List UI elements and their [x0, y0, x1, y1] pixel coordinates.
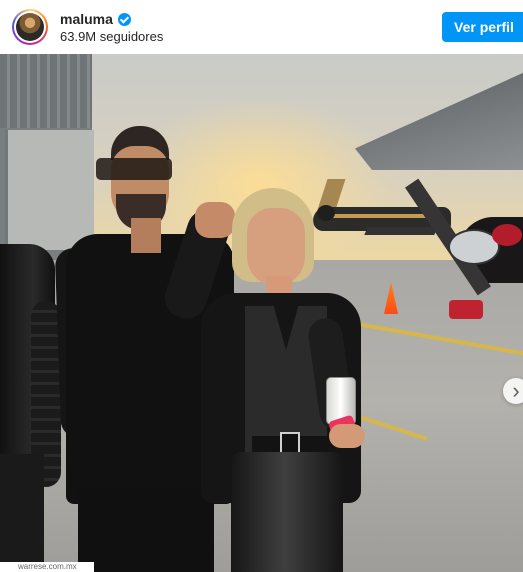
leather-skirt — [231, 452, 343, 572]
post-photo[interactable]: › — [0, 54, 523, 572]
woman-with-blond-hair — [170, 188, 365, 572]
propeller-landing-gear — [449, 300, 483, 319]
left-hangar-roof — [0, 54, 92, 128]
verified-badge-icon — [117, 12, 131, 26]
username[interactable]: maluma — [60, 11, 113, 27]
follower-count: 63.9M seguidores — [60, 29, 164, 44]
avatar-ring — [14, 11, 46, 43]
post-header: maluma 63.9M seguidores Ver perfil — [0, 0, 523, 54]
propeller-plane — [405, 178, 523, 329]
propeller-red-detail — [492, 224, 522, 246]
woman-face — [247, 208, 305, 286]
man-neck — [131, 218, 161, 253]
username-row: maluma — [60, 11, 131, 27]
woman-hand — [329, 424, 365, 448]
left-person-leg — [0, 454, 44, 572]
view-profile-button[interactable]: Ver perfil — [442, 12, 523, 42]
photo-watermark: warrese.com.mx — [0, 562, 94, 572]
profile-avatar[interactable] — [12, 9, 48, 45]
chevron-right-icon: › — [512, 378, 520, 403]
avatar-photo — [16, 13, 44, 41]
next-photo-button[interactable]: › — [503, 378, 523, 404]
sunglasses — [96, 158, 172, 180]
partial-person-left — [0, 244, 63, 572]
